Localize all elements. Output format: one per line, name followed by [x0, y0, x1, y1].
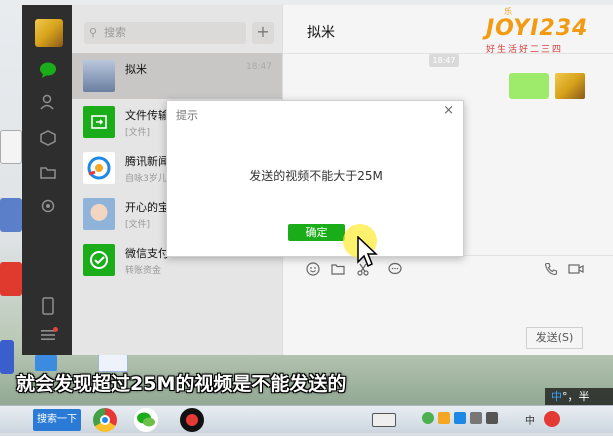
- ok-button[interactable]: 确定: [288, 224, 345, 241]
- favorites-icon[interactable]: [36, 129, 60, 153]
- sender-avatar[interactable]: [555, 73, 585, 99]
- video-call-icon[interactable]: [568, 262, 584, 278]
- chat-name: 微信支付: [125, 247, 169, 260]
- message-timestamp: 18:47: [429, 54, 459, 67]
- chrome-icon[interactable]: [93, 408, 117, 432]
- settings-icon[interactable]: [36, 197, 60, 221]
- emoji-icon[interactable]: [305, 262, 321, 278]
- notification-dot: [53, 327, 58, 332]
- tray-icon[interactable]: [422, 412, 434, 424]
- menu-icon[interactable]: [36, 325, 60, 349]
- voice-call-icon[interactable]: [543, 262, 559, 278]
- record-icon[interactable]: [180, 408, 204, 432]
- keyboard-icon[interactable]: [372, 413, 396, 427]
- dialog-title: 提示: [176, 109, 198, 122]
- chat-name: 开心的宝: [125, 201, 169, 214]
- tray-language[interactable]: 中: [525, 412, 535, 427]
- chat-history-icon[interactable]: [387, 262, 403, 278]
- search-button[interactable]: 搜索一下: [33, 409, 81, 431]
- search-icon: ⚲: [89, 26, 98, 39]
- wechat-icon[interactable]: [134, 408, 158, 432]
- add-button[interactable]: +: [252, 22, 274, 44]
- mouse-cursor-icon: [357, 236, 378, 268]
- tray-icon[interactable]: [486, 412, 498, 424]
- tray-icon[interactable]: [454, 412, 466, 424]
- chat-preview: [文件]: [125, 220, 151, 230]
- chat-name: 腾讯新闻: [125, 155, 169, 168]
- video-subtitle: 就会发现超过25M的视频是不能发送的: [16, 373, 347, 395]
- taskbar: 搜索一下 中: [0, 405, 613, 433]
- ime-main: 中: [551, 390, 562, 403]
- file-transfer-icon: [83, 106, 115, 138]
- chat-avatar: [83, 198, 115, 230]
- desktop-icon[interactable]: [0, 262, 22, 296]
- tray-app-icon[interactable]: [544, 411, 560, 427]
- close-icon[interactable]: ×: [443, 103, 454, 118]
- logo-slogan: 好生活好二三四: [486, 45, 564, 55]
- desktop-icon[interactable]: [0, 198, 22, 232]
- chat-name: 拟米: [125, 63, 147, 76]
- desktop-icon[interactable]: [0, 130, 22, 164]
- tray-icons: [422, 412, 514, 428]
- file-icon[interactable]: [330, 262, 346, 278]
- desktop-icon[interactable]: [0, 340, 14, 374]
- folder-icon[interactable]: [36, 163, 60, 187]
- my-avatar[interactable]: [35, 19, 63, 47]
- message-bubble[interactable]: [509, 73, 549, 99]
- dialog-message: 发送的视频不能大于25M: [249, 169, 383, 183]
- chat-title: 拟米: [307, 25, 335, 41]
- wechat-pay-icon: [83, 244, 115, 276]
- chat-item[interactable]: 拟米 18:47: [72, 53, 282, 99]
- nav-bar: [22, 5, 72, 355]
- chat-time: 18:47: [246, 62, 272, 72]
- chat-name: 文件传输: [125, 109, 169, 122]
- alert-dialog: 提示 × 发送的视频不能大于25M 确定: [166, 100, 464, 257]
- ime-indicator[interactable]: 中°，半: [545, 388, 613, 405]
- chat-avatar: [83, 60, 115, 92]
- site-logo: 乐 JOYI234 好生活好二三四: [486, 7, 604, 56]
- ime-extra: °，半: [562, 390, 590, 403]
- search-input[interactable]: ⚲ 搜索: [84, 22, 246, 44]
- chat-preview: 转账资金: [125, 266, 162, 276]
- chat-icon[interactable]: [36, 61, 60, 85]
- chat-preview: 自咏3岁儿: [125, 174, 167, 184]
- tencent-news-icon: [83, 152, 115, 184]
- phone-icon[interactable]: [36, 297, 60, 321]
- tray-icon[interactable]: [470, 412, 482, 424]
- tray-icon[interactable]: [438, 412, 450, 424]
- send-button[interactable]: 发送(S): [526, 327, 583, 349]
- logo-text: JOYI234: [486, 16, 589, 41]
- contacts-icon[interactable]: [36, 93, 60, 117]
- search-placeholder: 搜索: [104, 26, 126, 39]
- chat-preview: [文件]: [125, 128, 151, 138]
